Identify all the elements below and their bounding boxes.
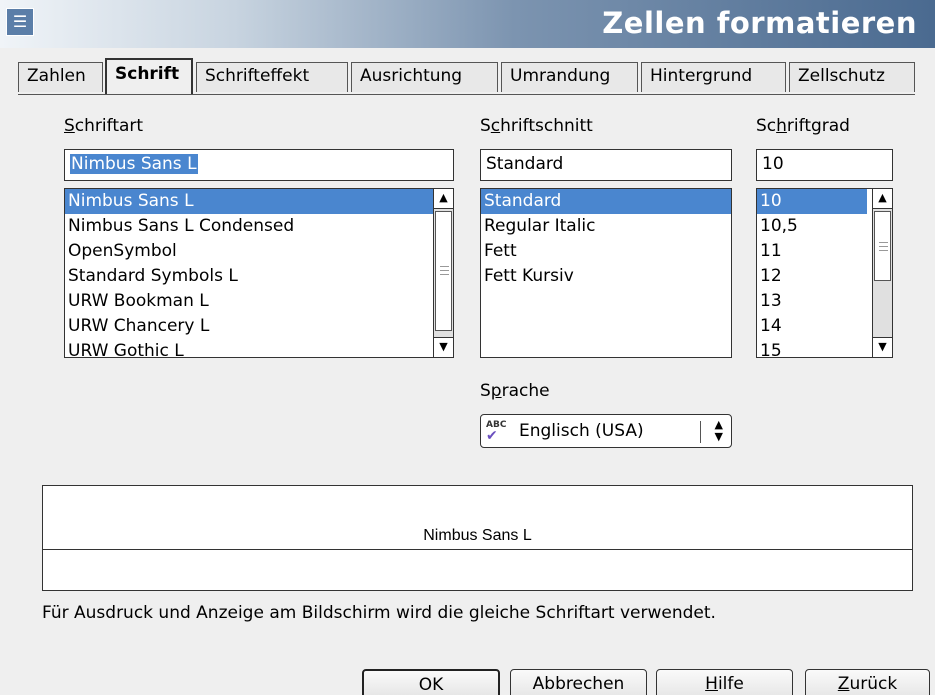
tab-ausrichtung[interactable]: Ausrichtung: [351, 62, 498, 92]
list-item[interactable]: Regular Italic: [481, 214, 731, 239]
font-preview: Nimbus Sans L: [42, 485, 913, 591]
tab-panel-border: [18, 94, 915, 95]
tab-zellschutz[interactable]: Zellschutz: [789, 62, 915, 92]
scroll-up-arrow-icon[interactable]: ▲: [873, 189, 892, 209]
scroll-thumb[interactable]: [874, 211, 891, 281]
list-item[interactable]: Fett Kursiv: [481, 264, 731, 289]
language-label: Sprache: [480, 381, 550, 401]
title-bar[interactable]: ☰ Zellen formatieren: [0, 0, 935, 48]
size-label: Schriftgrad: [756, 116, 850, 136]
spin-arrows-icon[interactable]: ▲ ▼: [715, 419, 723, 443]
scroll-down-arrow-icon[interactable]: ▼: [434, 337, 453, 357]
list-item[interactable]: OpenSymbol: [65, 239, 453, 264]
list-item[interactable]: Standard: [481, 189, 731, 214]
list-item[interactable]: 10: [757, 189, 867, 214]
ok-button[interactable]: OK: [362, 669, 500, 695]
tab-schrift[interactable]: Schrift: [105, 58, 193, 94]
font-list-scrollbar[interactable]: ▲ ▼: [433, 189, 453, 357]
tab-schrifteffekt[interactable]: Schrifteffekt: [196, 62, 348, 92]
size-list-scrollbar[interactable]: ▲ ▼: [872, 189, 892, 357]
tab-zahlen[interactable]: Zahlen: [18, 62, 103, 92]
language-select[interactable]: ABC ✔ Englisch (USA) ▲ ▼: [480, 414, 732, 448]
cancel-button[interactable]: Abbrechen: [510, 669, 647, 695]
font-size-input[interactable]: 10: [756, 149, 893, 181]
preview-baseline: [43, 549, 912, 550]
style-label: Schriftschnitt: [480, 116, 593, 136]
scroll-thumb[interactable]: [435, 211, 452, 331]
font-name-input[interactable]: Nimbus Sans L: [64, 149, 454, 181]
window-title: Zellen formatieren: [602, 6, 917, 40]
list-item[interactable]: Fett: [481, 239, 731, 264]
list-item[interactable]: URW Gothic L: [65, 339, 453, 357]
font-name-value: Nimbus Sans L: [70, 154, 198, 174]
app-icon[interactable]: ☰: [6, 8, 34, 36]
list-item[interactable]: Standard Symbols L: [65, 264, 453, 289]
list-item[interactable]: Nimbus Sans L Condensed: [65, 214, 453, 239]
select-separator: [700, 421, 701, 443]
font-style-input[interactable]: Standard: [480, 149, 732, 181]
spellcheck-icon: ABC ✔: [486, 420, 507, 444]
font-style-value: Standard: [486, 154, 564, 174]
language-value: Englisch (USA): [519, 421, 644, 441]
font-size-list[interactable]: 10 10,5 11 12 13 14 15 ▲ ▼: [756, 188, 893, 358]
tab-umrandung[interactable]: Umrandung: [501, 62, 638, 92]
font-size-value: 10: [762, 154, 784, 174]
help-button[interactable]: Hilfe: [656, 669, 793, 695]
font-style-list[interactable]: Standard Regular Italic Fett Fett Kursiv: [480, 188, 732, 358]
list-item[interactable]: Nimbus Sans L: [65, 189, 453, 214]
font-label: Schriftart: [64, 116, 144, 136]
list-item[interactable]: URW Chancery L: [65, 314, 453, 339]
tab-hintergrund[interactable]: Hintergrund: [641, 62, 786, 92]
reset-button[interactable]: Zurück: [805, 669, 930, 695]
scroll-up-arrow-icon[interactable]: ▲: [434, 189, 453, 209]
list-item[interactable]: URW Bookman L: [65, 289, 453, 314]
font-list[interactable]: Nimbus Sans L Nimbus Sans L Condensed Op…: [64, 188, 454, 358]
preview-sample-text: Nimbus Sans L: [421, 527, 534, 544]
info-text: Für Ausdruck und Anzeige am Bildschirm w…: [42, 603, 716, 623]
scroll-down-arrow-icon[interactable]: ▼: [873, 337, 892, 357]
